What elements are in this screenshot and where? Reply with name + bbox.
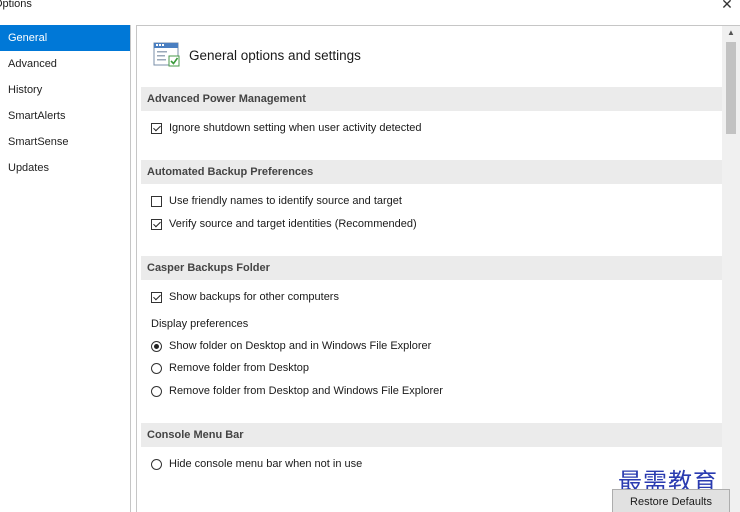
settings-panel: General options and settings Advanced Po… — [136, 25, 740, 512]
sidebar-item-smartalerts[interactable]: SmartAlerts — [0, 103, 130, 129]
section-header-folder: Casper Backups Folder — [141, 256, 723, 280]
verify-identities-option[interactable]: Verify source and target identities (Rec… — [151, 215, 417, 233]
folder-show-all-option[interactable]: Show folder on Desktop and in Windows Fi… — [151, 337, 431, 355]
section-header-power: Advanced Power Management — [141, 87, 723, 111]
sidebar-item-advanced[interactable]: Advanced — [0, 51, 130, 77]
window-title: Options — [0, 0, 32, 10]
verify-identities-label: Verify source and target identities (Rec… — [169, 218, 417, 230]
display-preferences-label: Display preferences — [151, 318, 249, 330]
vertical-scrollbar[interactable]: ▲ — [722, 26, 740, 512]
folder-show-all-label: Show folder on Desktop and in Windows Fi… — [169, 340, 432, 352]
close-icon[interactable]: ✕ — [720, 0, 734, 11]
sidebar-item-smartsense[interactable]: SmartSense — [0, 129, 130, 155]
settings-content: General options and settings Advanced Po… — [137, 26, 723, 512]
hide-menu-bar-label: Hide console menu bar when not in use — [169, 458, 363, 470]
sidebar-item-history[interactable]: History — [0, 77, 130, 103]
show-backups-label: Show backups for other computers — [169, 291, 339, 303]
show-backups-option[interactable]: Show backups for other computers — [151, 288, 339, 306]
friendly-names-option[interactable]: Use friendly names to identify source an… — [151, 192, 402, 210]
hide-menu-bar-option[interactable]: Hide console menu bar when not in use — [151, 455, 362, 473]
hide-menu-bar-radio[interactable] — [151, 458, 162, 470]
section-header-menu-bar: Console Menu Bar — [141, 423, 723, 447]
settings-window-icon — [153, 42, 180, 67]
restore-defaults-button[interactable]: Restore Defaults — [612, 489, 730, 512]
sidebar-item-updates[interactable]: Updates — [0, 155, 130, 181]
friendly-names-checkbox[interactable] — [151, 195, 162, 207]
folder-show-all-radio[interactable] — [151, 340, 162, 352]
folder-remove-desktop-radio[interactable] — [151, 362, 162, 374]
scrollbar-thumb[interactable] — [726, 42, 736, 134]
folder-remove-desktop-option[interactable]: Remove folder from Desktop — [151, 359, 309, 377]
scroll-up-arrow-icon[interactable]: ▲ — [722, 26, 740, 40]
folder-remove-all-label: Remove folder from Desktop and Windows F… — [169, 385, 443, 397]
sidebar-item-general[interactable]: General — [0, 25, 130, 51]
section-header-backup: Automated Backup Preferences — [141, 160, 723, 184]
verify-identities-checkbox[interactable] — [151, 218, 162, 230]
ignore-shutdown-label: Ignore shutdown setting when user activi… — [169, 122, 422, 134]
ignore-shutdown-option[interactable]: Ignore shutdown setting when user activi… — [151, 119, 422, 137]
title-bar: Options ✕ — [0, 0, 740, 16]
folder-remove-desktop-label: Remove folder from Desktop — [169, 362, 309, 374]
folder-remove-all-option[interactable]: Remove folder from Desktop and Windows F… — [151, 382, 443, 400]
folder-remove-all-radio[interactable] — [151, 385, 162, 397]
ignore-shutdown-checkbox[interactable] — [151, 122, 162, 134]
sidebar-nav: General Advanced History SmartAlerts Sma… — [0, 25, 131, 512]
page-title: General options and settings — [189, 47, 361, 63]
show-backups-checkbox[interactable] — [151, 291, 162, 303]
page-header: General options and settings — [153, 40, 361, 70]
friendly-names-label: Use friendly names to identify source an… — [169, 195, 402, 207]
